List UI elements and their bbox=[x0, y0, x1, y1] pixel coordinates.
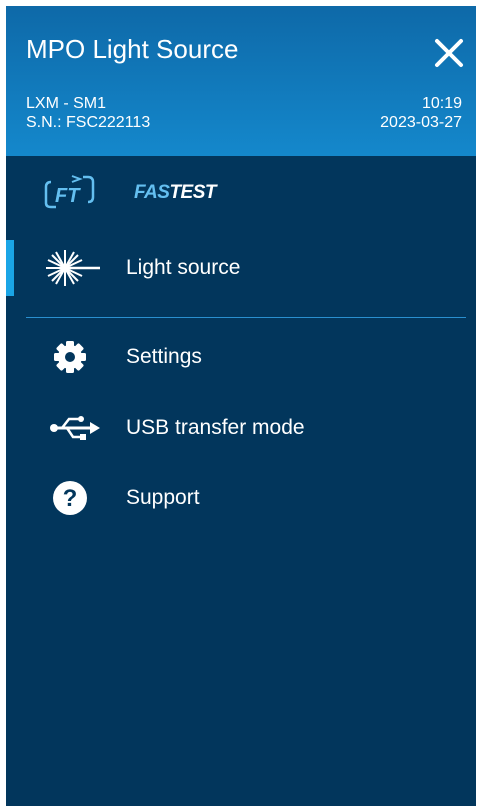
brand-name: FASTEST bbox=[134, 182, 217, 203]
device-info: LXM - SM1 S.N.: FSC222113 bbox=[26, 94, 150, 132]
menu-item-label: Light source bbox=[126, 256, 241, 279]
menu-item-settings[interactable]: Settings bbox=[6, 329, 476, 385]
active-indicator bbox=[6, 240, 14, 296]
device-model: LXM - SM1 bbox=[26, 95, 107, 112]
menu-item-label: USB transfer mode bbox=[126, 416, 305, 439]
app-title: MPO Light Source bbox=[26, 34, 239, 64]
menu-item-label: Support bbox=[126, 486, 200, 509]
laser-burst-icon bbox=[46, 250, 100, 286]
clock-time: 10:19 bbox=[421, 95, 462, 112]
gear-icon bbox=[54, 341, 86, 373]
help-circle-icon: ? bbox=[53, 481, 87, 515]
close-icon bbox=[435, 39, 463, 67]
menu-item-support[interactable]: ? Support bbox=[6, 470, 476, 526]
close-button[interactable] bbox=[432, 36, 466, 70]
menu-item-light-source[interactable]: Light source bbox=[6, 240, 476, 296]
usb-icon bbox=[50, 416, 100, 440]
svg-text:?: ? bbox=[63, 485, 78, 512]
navigation-drawer: MPO Light Source LXM - SM1 S.N.: FSC2221… bbox=[6, 6, 476, 806]
clock-date: 2023-03-27 bbox=[380, 114, 462, 131]
menu-divider bbox=[26, 317, 466, 318]
menu-item-label: Settings bbox=[126, 345, 202, 368]
menu-item-usb-transfer[interactable]: USB transfer mode bbox=[6, 400, 476, 456]
fastest-logo-icon: FT bbox=[44, 175, 95, 209]
serial-number: S.N.: FSC222113 bbox=[26, 114, 151, 131]
drawer-header: MPO Light Source LXM - SM1 S.N.: FSC2221… bbox=[6, 6, 476, 156]
svg-text:FT: FT bbox=[55, 185, 81, 207]
date-time: 10:19 2023-03-27 bbox=[380, 94, 462, 132]
brand-logo: FT FASTEST bbox=[42, 174, 242, 210]
